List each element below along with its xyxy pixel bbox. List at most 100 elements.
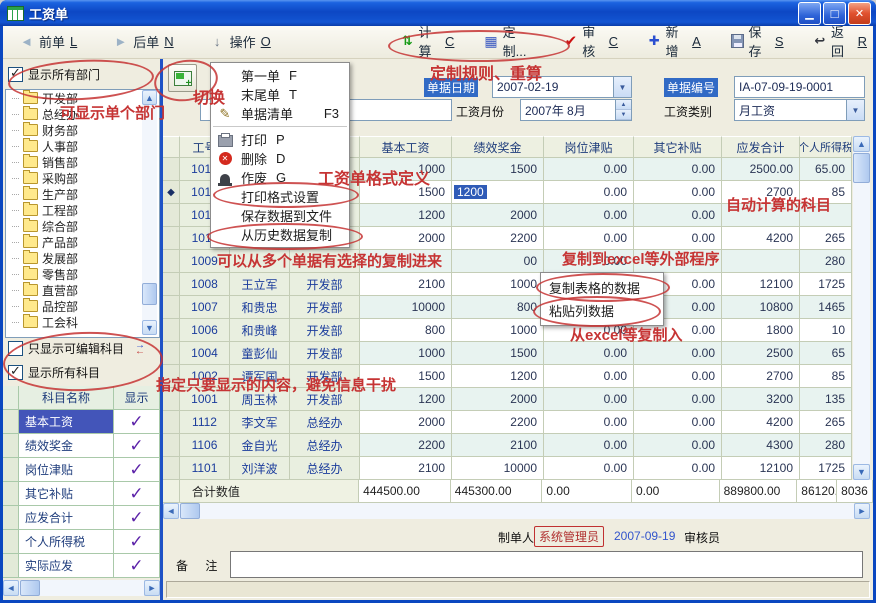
only-editable-subjects-checkbox[interactable]: 只显示可编辑科目 →← — [8, 340, 145, 357]
employee-name[interactable]: 金自光 — [230, 434, 290, 457]
employee-name[interactable]: 周玉林 — [230, 388, 290, 411]
value-cell[interactable]: 10 — [800, 319, 852, 342]
value-cell[interactable]: 0.00 — [544, 434, 634, 457]
tree-item-财务部[interactable]: 财务部 — [6, 122, 159, 138]
grid-row-1006[interactable]: 1006和贵峰开发部80010000.000.00180010 — [163, 319, 873, 342]
scroll-right-icon[interactable]: ► — [144, 580, 160, 596]
value-cell[interactable]: 12100 — [722, 273, 800, 296]
value-cell[interactable]: 2200 — [452, 227, 544, 250]
tree-item-开发部[interactable]: 开发部 — [6, 90, 159, 106]
tree-item-综合部[interactable]: 综合部 — [6, 218, 159, 234]
employee-id[interactable]: 1112 — [180, 411, 230, 434]
employee-name[interactable]: 和贵峰 — [230, 319, 290, 342]
menu-item-作废[interactable]: 作废G — [211, 168, 349, 187]
tree-item-产品部[interactable]: 产品部 — [6, 234, 159, 250]
value-cell[interactable]: 280 — [800, 434, 852, 457]
value-cell[interactable]: 1200 — [360, 388, 452, 411]
value-cell[interactable] — [634, 250, 722, 273]
subject-row-岗位津贴[interactable]: 岗位津贴✓ — [3, 458, 160, 482]
scroll-right-icon[interactable]: ► — [854, 503, 870, 519]
value-cell[interactable]: 85 — [800, 181, 852, 204]
value-cell[interactable]: 1725 — [800, 273, 852, 296]
value-cell[interactable]: 0.00 — [544, 388, 634, 411]
employee-name[interactable]: 刘洋波 — [230, 457, 290, 480]
employee-id[interactable]: 1101 — [180, 457, 230, 480]
minimize-button[interactable] — [798, 2, 821, 25]
value-cell[interactable]: 2000 — [452, 204, 544, 227]
value-cell[interactable]: 2200 — [360, 434, 452, 457]
value-cell[interactable]: 1500 — [360, 181, 452, 204]
value-cell[interactable]: 0.00 — [634, 181, 722, 204]
value-cell[interactable]: 2000 — [360, 411, 452, 434]
menu-item-删除[interactable]: 删除D — [211, 149, 349, 168]
employee-id[interactable]: 1106 — [180, 434, 230, 457]
scroll-track[interactable] — [179, 503, 854, 519]
department[interactable] — [290, 250, 360, 273]
value-cell[interactable]: 0.00 — [544, 342, 634, 365]
value-cell[interactable]: 1500 — [452, 158, 544, 181]
show-all-departments-checkbox[interactable]: 显示所有部门 — [8, 66, 100, 83]
value-cell[interactable]: 1500 — [452, 342, 544, 365]
value-cell[interactable]: 1200 — [452, 181, 544, 204]
value-cell[interactable]: 1000 — [360, 158, 452, 181]
value-cell[interactable]: 10800 — [722, 296, 800, 319]
chevron-down-icon[interactable]: ▼ — [613, 77, 631, 97]
subject-row-其它补贴[interactable]: 其它补贴✓ — [3, 482, 160, 506]
value-cell[interactable]: 2100 — [360, 457, 452, 480]
doc-number-field[interactable]: IA-07-09-19-0001 — [734, 76, 865, 98]
menu-item-打印[interactable]: 打印P — [211, 130, 349, 149]
department[interactable]: 开发部 — [290, 388, 360, 411]
scroll-thumb[interactable] — [142, 283, 157, 305]
show-all-subjects-checkbox[interactable]: 显示所有科目 — [8, 364, 100, 381]
department[interactable]: 总经办 — [290, 411, 360, 434]
subject-show-cell[interactable]: ✓ — [114, 434, 160, 458]
employee-name[interactable]: 李文军 — [230, 411, 290, 434]
value-cell[interactable]: 65 — [800, 342, 852, 365]
subject-horizontal-scrollbar[interactable]: ◄► — [3, 580, 160, 596]
value-cell[interactable]: 0.00 — [544, 158, 634, 181]
menu-item-单据清单[interactable]: 单据清单F3 — [211, 104, 349, 123]
scroll-down-icon[interactable]: ▼ — [853, 464, 870, 480]
value-cell[interactable]: 0.00 — [634, 388, 722, 411]
value-cell[interactable]: 1725 — [800, 457, 852, 480]
tree-item-销售部[interactable]: 销售部 — [6, 154, 159, 170]
grid-horizontal-scrollbar[interactable]: ◄► — [163, 503, 870, 519]
toolbar-button-返回[interactable]: ↩返回R — [808, 29, 873, 53]
scroll-left-icon[interactable]: ◄ — [3, 580, 19, 596]
value-cell[interactable]: 12100 — [722, 457, 800, 480]
grid-row-1007[interactable]: 1007和贵忠开发部100008000.00108001465 — [163, 296, 873, 319]
value-cell[interactable]: 2500 — [722, 342, 800, 365]
employee-name[interactable]: 王立军 — [230, 273, 290, 296]
value-cell[interactable]: 0.00 — [634, 342, 722, 365]
value-cell[interactable]: 1000 — [452, 319, 544, 342]
toolbar-button-定制[interactable]: ▦定制... — [478, 29, 540, 53]
checkbox-icon[interactable] — [8, 67, 23, 82]
value-cell[interactable]: 3200 — [722, 388, 800, 411]
menu-item-保存数据到文件[interactable]: 保存数据到文件 — [211, 206, 349, 225]
tree-item-工程部[interactable]: 工程部 — [6, 202, 159, 218]
value-cell[interactable]: 4300 — [722, 434, 800, 457]
value-cell[interactable]: 1200 — [360, 204, 452, 227]
scroll-thumb[interactable] — [853, 153, 870, 183]
memo-input[interactable] — [230, 551, 863, 578]
value-cell[interactable]: 0.00 — [634, 434, 722, 457]
value-cell[interactable]: 0.00 — [634, 204, 722, 227]
grid-row-1001[interactable]: 1001周玉林开发部120020000.000.003200135 — [163, 388, 873, 411]
subject-row-实际应发[interactable]: 实际应发✓ — [3, 554, 160, 578]
menu-item-粘贴列数据[interactable]: 粘贴列数据 — [541, 299, 663, 322]
department[interactable]: 总经办 — [290, 434, 360, 457]
toolbar-button-审核[interactable]: ✔审核C — [559, 29, 624, 53]
value-cell[interactable]: 10000 — [452, 457, 544, 480]
subject-row-基本工资[interactable]: 基本工资✓ — [3, 410, 160, 434]
spinner-buttons[interactable]: ▲▼ — [615, 100, 631, 120]
employee-id[interactable]: 1001 — [180, 388, 230, 411]
value-cell[interactable]: 265 — [800, 411, 852, 434]
value-cell[interactable]: 0.00 — [544, 365, 634, 388]
department[interactable]: 开发部 — [290, 273, 360, 296]
grid-vertical-scrollbar[interactable]: ▲▼ — [853, 136, 870, 480]
department[interactable]: 开发部 — [290, 319, 360, 342]
value-cell[interactable]: 0.00 — [544, 204, 634, 227]
subject-show-cell[interactable]: ✓ — [114, 554, 160, 578]
tree-item-直营部[interactable]: 直营部 — [6, 282, 159, 298]
subject-row-绩效奖金[interactable]: 绩效奖金✓ — [3, 434, 160, 458]
